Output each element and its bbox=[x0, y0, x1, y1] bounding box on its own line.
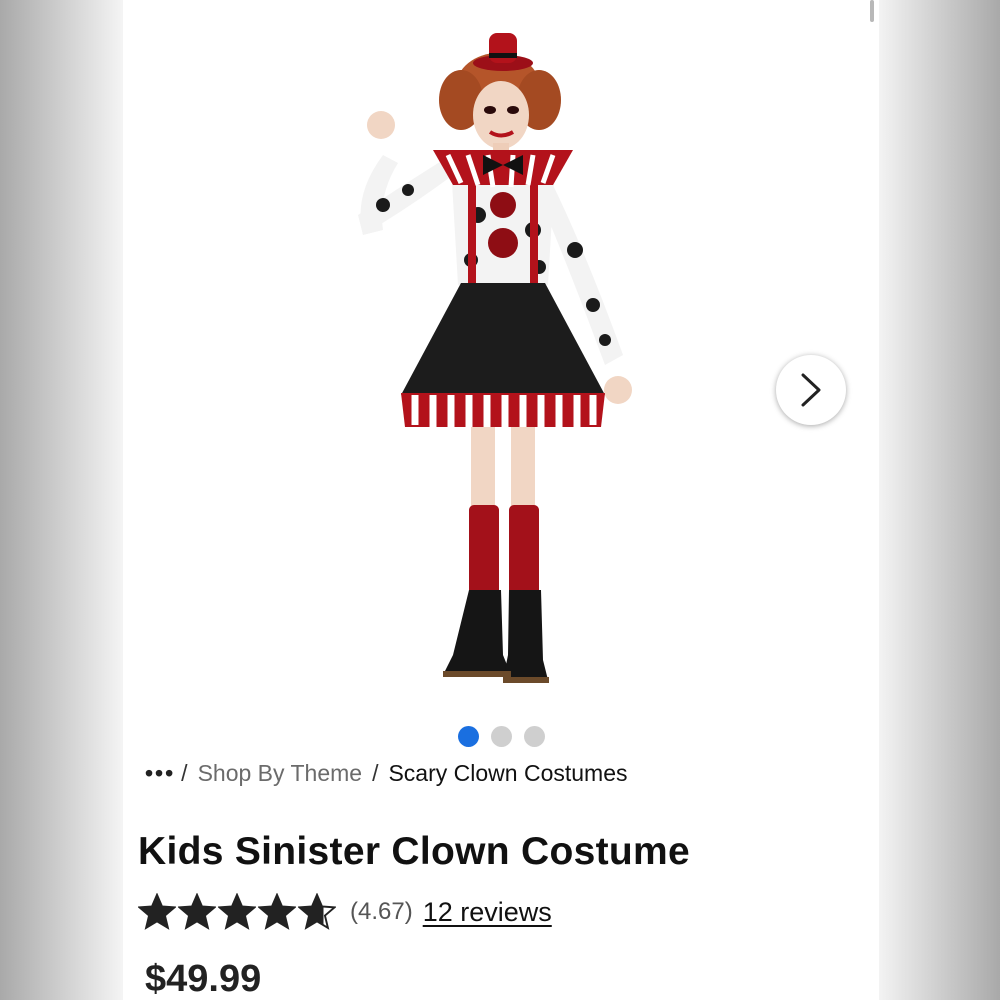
breadcrumb-separator: / bbox=[181, 760, 188, 786]
breadcrumb-more[interactable]: ••• bbox=[145, 760, 175, 787]
star-icon bbox=[298, 893, 336, 930]
star-icon bbox=[218, 893, 256, 930]
gallery-pagination bbox=[123, 726, 879, 748]
breadcrumb: ••• / Shop By Theme / Scary Clown Costum… bbox=[145, 760, 628, 787]
next-image-button[interactable] bbox=[776, 355, 846, 425]
star-icon bbox=[178, 893, 216, 930]
gallery-dot-3[interactable] bbox=[523, 726, 545, 747]
gallery-dot-1[interactable] bbox=[457, 726, 479, 747]
product-title: Kids Sinister Clown Costume bbox=[138, 830, 691, 873]
rating-value: (4.67) bbox=[350, 898, 413, 925]
reviews-link[interactable]: 12 reviews bbox=[423, 897, 552, 928]
breadcrumb-current[interactable]: Scary Clown Costumes bbox=[388, 760, 627, 787]
product-price: $49.99 bbox=[145, 958, 262, 1000]
product-rating: (4.67) 12 reviews bbox=[138, 893, 552, 931]
breadcrumb-shop-by-theme[interactable]: Shop By Theme bbox=[198, 760, 363, 787]
breadcrumb-separator: / bbox=[372, 760, 379, 786]
star-rating bbox=[138, 893, 336, 931]
chevron-right-icon bbox=[801, 373, 821, 407]
star-icon bbox=[258, 893, 296, 930]
product-image bbox=[358, 33, 632, 683]
image-gallery[interactable] bbox=[123, 0, 879, 720]
product-page: ••• / Shop By Theme / Scary Clown Costum… bbox=[123, 0, 879, 1000]
gallery-dot-2[interactable] bbox=[490, 726, 512, 747]
star-icon bbox=[138, 893, 176, 930]
